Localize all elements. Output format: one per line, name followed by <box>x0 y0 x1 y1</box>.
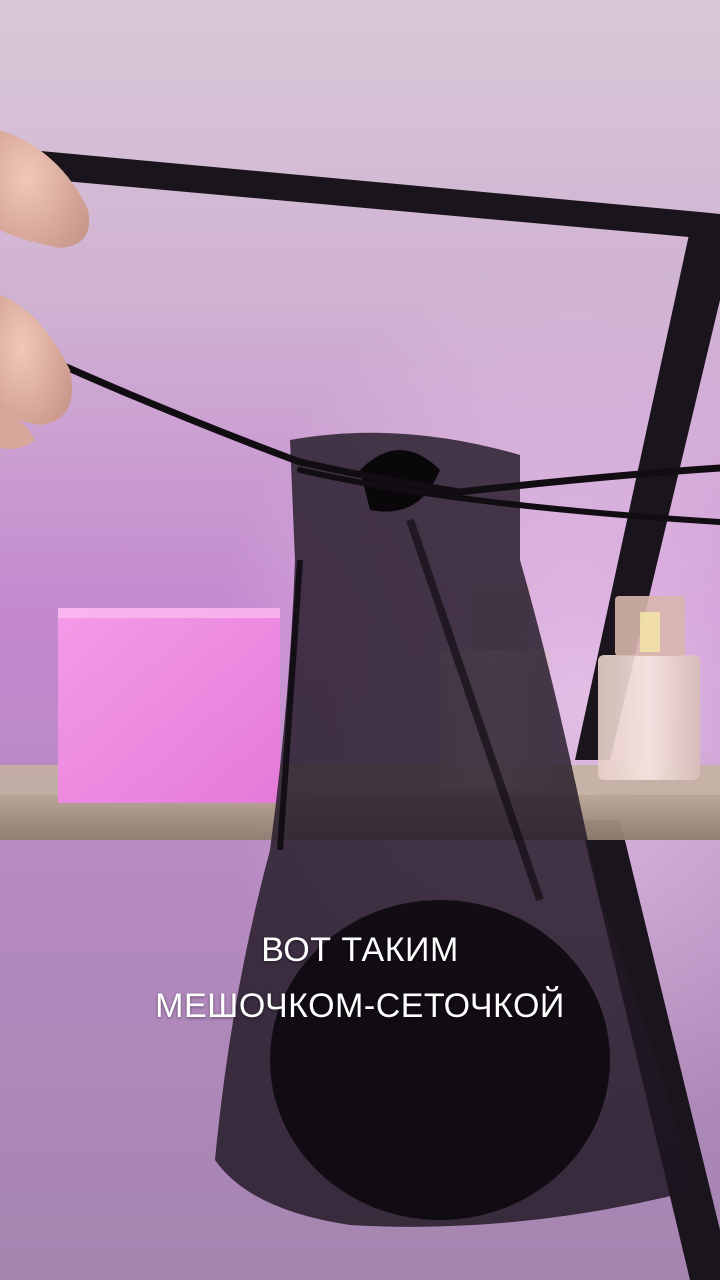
scene-photo <box>0 130 720 1280</box>
video-caption: ВОТ ТАКИМ МЕШОЧКОМ-СЕТОЧКОЙ <box>0 922 720 1034</box>
caption-line-2: МЕШОЧКОМ-СЕТОЧКОЙ <box>155 987 565 1025</box>
video-frame[interactable]: ВОТ ТАКИМ МЕШОЧКОМ-СЕТОЧКОЙ <box>0 0 720 1280</box>
caption-line-1: ВОТ ТАКИМ <box>261 931 459 969</box>
pink-box <box>58 608 280 803</box>
